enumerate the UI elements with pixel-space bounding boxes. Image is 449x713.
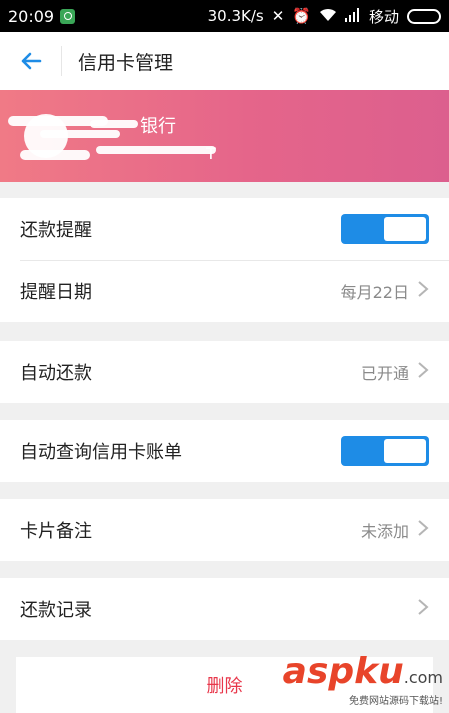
- status-right: 30.3K/s ✕ ⏰ 移动: [208, 6, 441, 27]
- auto-repay-row[interactable]: 自动还款 已开通: [0, 341, 449, 403]
- network-speed: 30.3K/s: [207, 7, 264, 25]
- redaction-scribble: [40, 130, 120, 138]
- card-note-row[interactable]: 卡片备注 未添加: [0, 499, 449, 561]
- back-arrow-icon: [21, 52, 41, 70]
- redaction-scribble: [96, 146, 216, 154]
- chevron-right-icon: [417, 361, 429, 383]
- alarm-icon: ⏰: [292, 6, 311, 25]
- card-note-section: 卡片备注 未添加: [0, 499, 449, 561]
- chevron-right-icon: [417, 280, 429, 302]
- repay-record-label: 还款记录: [20, 600, 92, 621]
- toggle-knob: [384, 217, 426, 241]
- auto-repay-value: 已开通: [360, 364, 409, 383]
- delete-label: 删除: [206, 676, 243, 697]
- watermark-logo: aspku.com: [283, 654, 443, 690]
- auto-query-section: 自动查询信用卡账单: [0, 420, 449, 482]
- card-note-label: 卡片备注: [20, 521, 92, 542]
- watermark-subtitle: 免费网站源码下载站!: [348, 696, 443, 707]
- auto-repay-label: 自动还款: [20, 363, 92, 384]
- auto-query-row: 自动查询信用卡账单: [0, 420, 449, 482]
- signal-icon: [344, 7, 361, 25]
- repay-reminder-toggle[interactable]: [341, 214, 429, 244]
- auto-query-toggle[interactable]: [341, 436, 429, 466]
- toggle-knob: [384, 439, 426, 463]
- status-time: 20:09: [8, 6, 55, 26]
- vibrate-off-icon: ✕: [271, 6, 285, 25]
- reminder-date-value: 每月22日: [340, 283, 409, 302]
- reminder-section: 还款提醒 提醒日期 每月22日: [0, 198, 449, 322]
- carrier-label: 移动: [368, 7, 399, 26]
- watermark-part-a: asp: [282, 651, 355, 692]
- battery-icon: [407, 8, 441, 24]
- chevron-right-icon: [417, 519, 429, 541]
- repay-reminder-row: 还款提醒: [0, 198, 449, 260]
- card-banner: 银行 T: [0, 90, 449, 182]
- card-note-value: 未添加: [360, 522, 409, 541]
- repay-reminder-label: 还款提醒: [20, 220, 92, 241]
- reminder-date-row[interactable]: 提醒日期 每月22日: [0, 260, 449, 322]
- status-bar: 20:09 30.3K/s ✕ ⏰ 移动: [0, 0, 449, 32]
- reminder-date-label: 提醒日期: [20, 282, 92, 303]
- watermark-part-c: .com: [403, 668, 443, 687]
- watermark-part-b: ku: [354, 651, 404, 692]
- repay-record-section: 还款记录: [0, 578, 449, 640]
- notification-app-icon: [60, 8, 76, 24]
- redaction-scribble: [20, 150, 90, 160]
- auto-repay-section: 自动还款 已开通: [0, 341, 449, 403]
- watermark: aspku.com 免费网站源码下载站!: [283, 654, 443, 708]
- back-button[interactable]: [0, 46, 62, 76]
- card-number: T: [206, 144, 216, 163]
- wifi-icon: [319, 8, 337, 25]
- repay-record-row[interactable]: 还款记录: [0, 578, 449, 640]
- page-title: 信用卡管理: [78, 51, 174, 74]
- chevron-right-icon: [417, 598, 429, 620]
- redaction-scribble: [90, 120, 138, 128]
- bank-name: 银行: [140, 116, 176, 137]
- app-header: 信用卡管理: [0, 32, 449, 90]
- auto-query-label: 自动查询信用卡账单: [20, 442, 182, 463]
